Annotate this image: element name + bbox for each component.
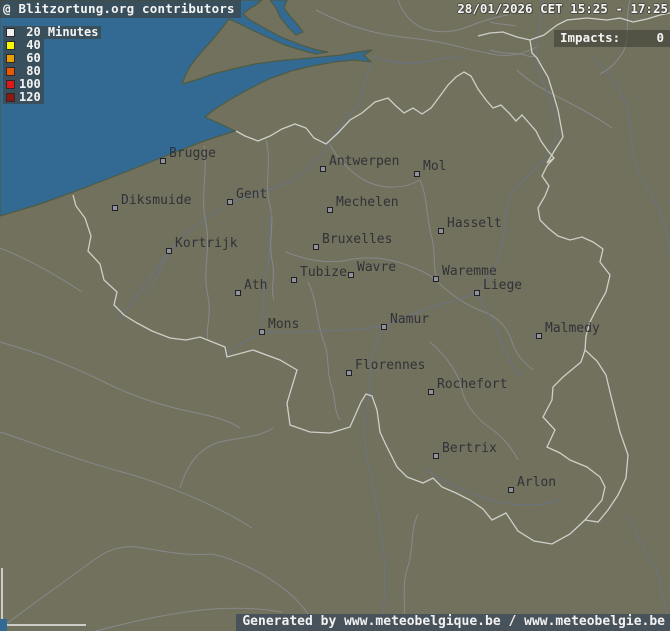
city-label: Rochefort [437,377,507,392]
legend-item-20: 20 Minutes [3,26,101,39]
city-label: Arlon [517,475,556,490]
city-label: Hasselt [447,216,502,231]
city-marker [291,277,297,283]
city-label: Bruxelles [322,232,392,247]
limburg-border [530,40,563,163]
city-label: Mons [268,317,299,332]
city-marker [227,199,233,205]
city-label: Florennes [355,358,425,373]
sea-corner [0,619,7,631]
leie-river [118,251,169,322]
city-marker [313,244,319,250]
city-marker [259,329,265,335]
legend-swatch-darkred [6,93,15,102]
estuary-channel [270,0,303,35]
city-label: Namur [390,312,429,327]
city-label: Diksmuide [121,193,191,208]
city-marker [348,272,354,278]
city-label: Wavre [357,260,396,275]
lightning-map-screen: Brugge Antwerpen Mol Gent Diksmuide Mechelen H… [0,0,670,631]
city-marker [438,228,444,234]
city-marker [327,207,333,213]
footer-credit: Generated by www.meteobelgique.be / www.… [236,614,670,631]
city-marker [433,453,439,459]
legend-swatch-yellow [6,41,15,50]
city-label: Kortrijk [175,236,238,251]
city-label: Malmedy [545,321,600,336]
city-label: Bertrix [442,441,497,456]
city-marker [381,324,387,330]
impacts-counter: Impacts: 0 [554,30,670,47]
city-label: Waremme [442,264,497,279]
rhine-river [594,58,670,254]
datetime: 28/01/2026 CET 15:25 - 17:25 [457,1,668,16]
city-label: Mechelen [336,195,399,210]
city-marker [235,290,241,296]
city-marker [346,370,352,376]
impacts-value: 0 [656,31,664,45]
legend-swatch-orange [6,67,15,76]
city-marker [320,166,326,172]
city-marker [536,333,542,339]
impacts-label: Impacts: [560,31,620,45]
luxembourg-border [585,350,628,522]
city-marker [112,205,118,211]
legend-swatch-red [6,80,15,89]
legend-item-120: 120 [3,91,44,104]
attribution: @ Blitzortung.org contributors [0,0,241,18]
city-label: Gent [236,187,267,202]
city-marker [160,158,166,164]
city-label: Mol [423,159,446,174]
city-label: Tubize [300,265,347,280]
legend-swatch-amber [6,54,15,63]
city-marker [508,487,514,493]
city-label: Antwerpen [329,154,399,169]
city-marker [474,290,480,296]
legend: 20 Minutes 40 60 80 100 120 [3,26,101,104]
city-marker [414,171,420,177]
city-marker [428,389,434,395]
city-marker [433,276,439,282]
city-label: Brugge [169,146,216,161]
city-marker [166,248,172,254]
city-label: Ath [244,278,267,293]
ourthe-river [477,293,522,378]
legend-swatch-white [6,28,15,37]
city-label: Liege [483,278,522,293]
